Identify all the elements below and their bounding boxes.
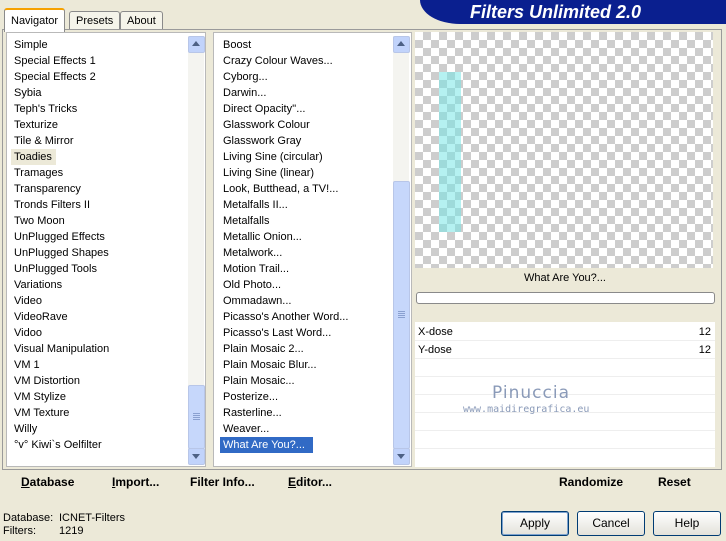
editor-button[interactable]: Editor...	[288, 475, 332, 489]
list-item[interactable]: Rasterline...	[220, 405, 392, 421]
list-item[interactable]: UnPlugged Tools	[11, 261, 187, 277]
filter-info-button[interactable]: Filter Info...	[190, 475, 255, 489]
list-item[interactable]: Toadies	[11, 149, 187, 165]
list-item[interactable]: Posterize...	[220, 389, 392, 405]
list-item[interactable]: Special Effects 1	[11, 53, 187, 69]
list-item[interactable]: UnPlugged Effects	[11, 229, 187, 245]
category-scrollbar[interactable]	[188, 36, 205, 465]
watermark-name: Pinuccia	[492, 383, 570, 403]
preview-image	[439, 72, 461, 232]
list-item[interactable]: Simple	[11, 37, 187, 53]
tab-navigator[interactable]: Navigator	[4, 8, 66, 32]
param-row-x-dose[interactable]: X-dose 12	[415, 324, 715, 341]
list-item[interactable]: Variations	[11, 277, 187, 293]
help-button[interactable]: Help	[653, 511, 721, 536]
list-item[interactable]: Picasso's Last Word...	[220, 325, 392, 341]
filter-listbox[interactable]: Boost Crazy Colour Waves... Cyborg... Darwi…	[213, 32, 412, 467]
list-item[interactable]: Crazy Colour Waves...	[220, 53, 392, 69]
list-item[interactable]: VideoRave	[11, 309, 187, 325]
list-item[interactable]: Metalwork...	[220, 245, 392, 261]
list-item[interactable]: Willy	[11, 421, 187, 437]
list-item[interactable]: Texturize	[11, 117, 187, 133]
list-item[interactable]: Darwin...	[220, 85, 392, 101]
list-item[interactable]: Picasso's Another Word...	[220, 309, 392, 325]
list-item[interactable]: Transparency	[11, 181, 187, 197]
randomize-button[interactable]: Randomize	[559, 475, 623, 489]
list-item[interactable]: Vidoo	[11, 325, 187, 341]
chevron-up-icon	[397, 41, 405, 46]
list-item[interactable]: Cyborg...	[220, 69, 392, 85]
list-item[interactable]: UnPlugged Shapes	[11, 245, 187, 261]
list-item[interactable]: Weaver...	[220, 421, 392, 437]
cancel-button[interactable]: Cancel	[577, 511, 645, 536]
param-value[interactable]: 12	[699, 342, 711, 358]
list-item[interactable]: Tronds Filters II	[11, 197, 187, 213]
param-row-y-dose[interactable]: Y-dose 12	[415, 342, 715, 359]
list-item[interactable]: Special Effects 2	[11, 69, 187, 85]
list-item[interactable]: Video	[11, 293, 187, 309]
chevron-down-icon	[192, 454, 200, 459]
filter-list: Boost Crazy Colour Waves... Cyborg... Darwi…	[220, 37, 392, 453]
list-item[interactable]: Plain Mosaic 2...	[220, 341, 392, 357]
list-item[interactable]: Metalfalls	[220, 213, 392, 229]
list-item[interactable]: Direct Opacity''...	[220, 101, 392, 117]
category-list: Simple Special Effects 1 Special Effects 2…	[11, 37, 187, 453]
watermark-url: www.maidiregrafica.eu	[463, 404, 590, 415]
import-button[interactable]: Import...	[112, 475, 159, 489]
list-item[interactable]: Ommadawn...	[220, 293, 392, 309]
status-database: Database: ICNET-Filters	[3, 512, 125, 524]
list-item[interactable]: VM Texture	[11, 405, 187, 421]
status-filters: Filters: 1219	[3, 525, 84, 537]
scroll-down-button[interactable]	[393, 448, 410, 465]
list-item[interactable]: Living Sine (circular)	[220, 149, 392, 165]
filter-scrollbar[interactable]	[393, 36, 410, 465]
app-title: Filters Unlimited 2.0	[470, 2, 642, 22]
scroll-down-button[interactable]	[188, 448, 205, 465]
list-item[interactable]: °v° Kiwi`s Oelfilter	[11, 437, 187, 453]
list-item[interactable]: VM Stylize	[11, 389, 187, 405]
list-item[interactable]: Glasswork Gray	[220, 133, 392, 149]
progress-bar	[416, 292, 715, 304]
chevron-up-icon	[192, 41, 200, 46]
list-item[interactable]: Living Sine (linear)	[220, 165, 392, 181]
list-item[interactable]: Old Photo...	[220, 277, 392, 293]
list-item[interactable]: Plain Mosaic Blur...	[220, 357, 392, 373]
database-button[interactable]: Database	[21, 475, 74, 489]
list-item[interactable]: Two Moon	[11, 213, 187, 229]
list-item[interactable]: Boost	[220, 37, 392, 53]
scroll-up-button[interactable]	[188, 36, 205, 53]
list-item[interactable]: Teph's Tricks	[11, 101, 187, 117]
list-item[interactable]: Visual Manipulation	[11, 341, 187, 357]
param-label: Y-dose	[418, 344, 452, 356]
apply-button[interactable]: Apply	[501, 511, 569, 536]
list-item[interactable]: Plain Mosaic...	[220, 373, 392, 389]
list-item[interactable]: VM Distortion	[11, 373, 187, 389]
scroll-thumb[interactable]	[393, 181, 410, 449]
list-item[interactable]: Metalfalls II...	[220, 197, 392, 213]
list-item[interactable]: Look, Butthead, a TV!...	[220, 181, 392, 197]
list-item[interactable]: Tramages	[11, 165, 187, 181]
scroll-up-button[interactable]	[393, 36, 410, 53]
selected-filter-title: What Are You?...	[524, 272, 606, 284]
list-item[interactable]: Sybia	[11, 85, 187, 101]
param-value[interactable]: 12	[699, 324, 711, 340]
list-item[interactable]: Motion Trail...	[220, 261, 392, 277]
category-listbox[interactable]: Simple Special Effects 1 Special Effects 2…	[6, 32, 206, 467]
reset-button[interactable]: Reset	[658, 475, 691, 489]
list-item[interactable]: Metallic Onion...	[220, 229, 392, 245]
list-item[interactable]: What Are You?...	[220, 437, 392, 453]
scroll-thumb[interactable]	[188, 385, 205, 449]
chevron-down-icon	[397, 454, 405, 459]
param-label: X-dose	[418, 326, 453, 338]
tab-about[interactable]: About	[120, 11, 163, 30]
list-item[interactable]: VM 1	[11, 357, 187, 373]
preview-canvas[interactable]	[415, 32, 713, 268]
list-item[interactable]: Tile & Mirror	[11, 133, 187, 149]
list-item[interactable]: Glasswork Colour	[220, 117, 392, 133]
tab-presets[interactable]: Presets	[69, 11, 121, 30]
